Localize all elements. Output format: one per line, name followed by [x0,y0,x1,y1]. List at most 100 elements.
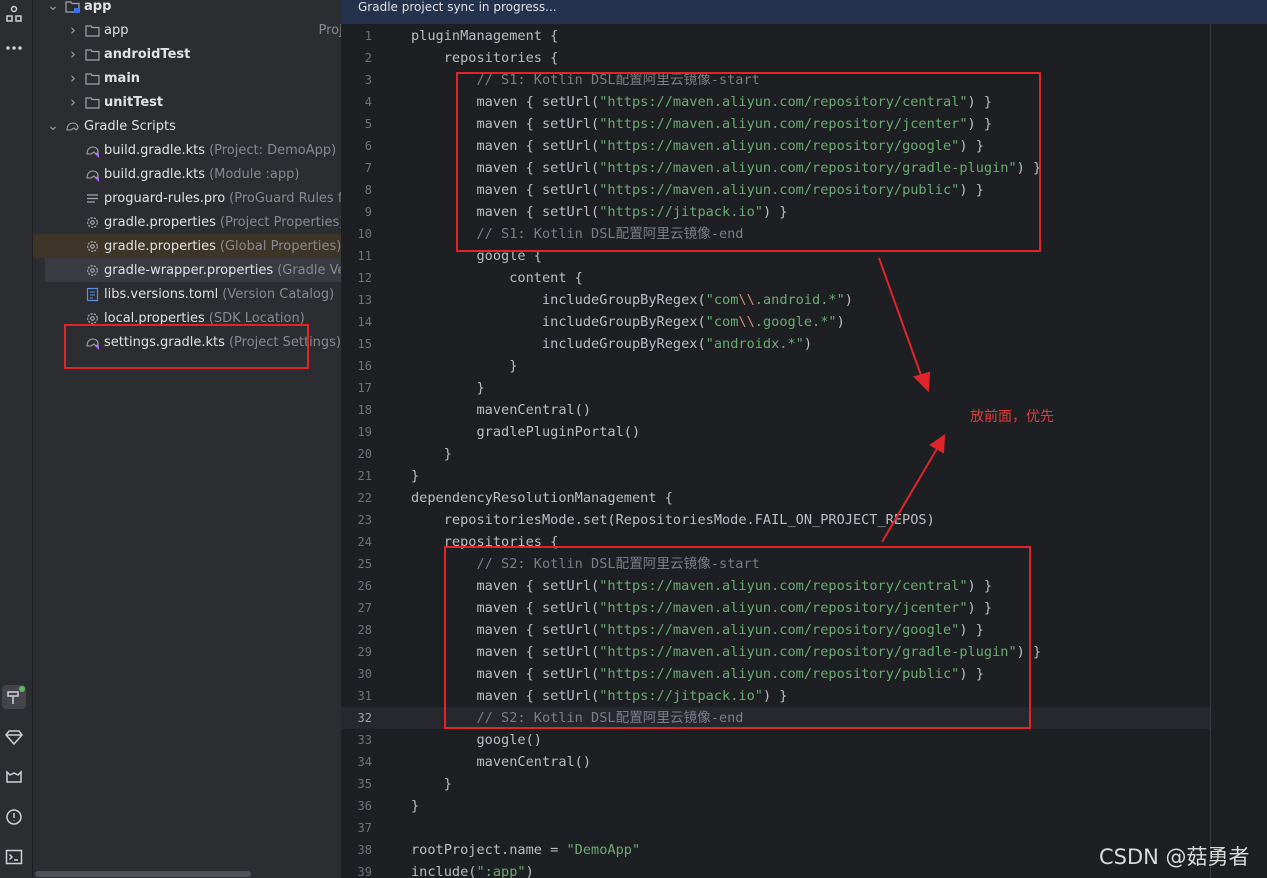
line-number: 32 [357,711,372,725]
code-token: } [411,358,518,374]
line-number: 1 [364,29,372,43]
code-line[interactable]: includeGroupByRegex("com\\.android.*") [411,289,853,311]
code-token: includeGroupByRegex( [411,314,706,330]
code-line[interactable]: mavenCentral() [411,399,591,421]
line-number: 4 [364,95,372,109]
code-line[interactable]: } [411,443,452,465]
annotation-box-settings-file [64,324,309,369]
code-token: repositories { [411,50,559,66]
line-number: 35 [357,777,372,791]
code-line[interactable]: repositories { [411,47,559,69]
code-token: gradlePluginPortal() [411,424,641,440]
code-token: pluginManagement { [411,28,559,44]
code-token: } [411,798,420,814]
code-line[interactable]: includeGroupByRegex("com\\.google.*") [411,311,845,333]
code-token: rootProject.name = [411,842,567,858]
code-line[interactable]: mavenCentral() [411,751,591,773]
chevron-right-icon[interactable]: › [67,45,79,63]
tree-item-hint: (Module :app) [209,166,300,182]
folder-icon [85,71,100,86]
line-number: 38 [357,843,372,857]
tree-item-hint: (Project Properties) [219,214,341,230]
code-token: \\ [738,292,755,308]
toml-file-icon [85,287,100,302]
line-number: 3 [364,73,372,87]
code-line[interactable]: } [411,465,419,487]
line-number: 15 [357,337,372,351]
tree-item-label: gradle.properties [104,238,216,254]
line-number: 23 [357,513,372,527]
tree-item-hint: Proje [318,22,341,38]
tree-item[interactable]: ⌄ app [33,0,341,18]
module-folder-icon [65,0,80,14]
properties-gear-icon [85,215,100,230]
code-line[interactable]: } [411,795,419,817]
tree-item-hint: (Gradle Versi [277,262,341,278]
tree-item[interactable]: build.gradle.kts (Module :app) [33,162,341,186]
tree-item-label: proguard-rules.pro [104,190,226,206]
tree-item-label: app [84,0,112,14]
line-number: 22 [357,491,372,505]
tree-item[interactable]: gradle.properties (Global Properties) [33,234,341,258]
chevron-right-icon[interactable]: › [67,93,79,111]
problems-icon[interactable] [2,805,26,829]
code-line[interactable]: include(":app") [411,861,534,878]
line-number: 16 [357,359,372,373]
code-token: "DemoApp" [566,842,641,858]
code-token: } [411,776,452,792]
code-token: dependencyResolutionManagement { [411,490,673,506]
line-number: 37 [357,821,372,835]
code-token: ) [836,314,845,330]
chevron-right-icon[interactable]: › [67,69,79,87]
tree-item[interactable]: › unitTest [33,90,341,114]
tree-item[interactable]: build.gradle.kts (Project: DemoApp) [33,138,341,162]
tree-item-hint: (Version Catalog) [222,286,335,302]
code-line[interactable]: google() [411,729,542,751]
tree-item[interactable]: libs.versions.toml (Version Catalog) [33,282,341,306]
code-token: .google.*" [754,314,837,330]
code-line[interactable]: includeGroupByRegex("androidx.*") [411,333,812,355]
chevron-down-icon[interactable]: ⌄ [47,118,59,134]
code-line[interactable]: pluginManagement { [411,25,558,47]
tree-item-hint: (Global Properties) [219,238,341,254]
code-line[interactable]: } [411,377,485,399]
horizontal-scrollbar[interactable] [33,870,341,878]
logcat-icon[interactable] [2,765,26,789]
code-line[interactable]: } [411,355,517,377]
line-number: 36 [357,799,372,813]
tree-item[interactable]: › app Proje [33,18,341,42]
code-line[interactable]: } [411,773,452,795]
code-token: include( [411,864,477,878]
tree-item[interactable]: › androidTest [33,42,341,66]
terminal-icon[interactable] [2,845,26,869]
more-tools-icon[interactable] [2,36,26,60]
code-token: \\ [738,314,755,330]
tree-item-label: libs.versions.toml [104,286,219,302]
tree-item[interactable]: gradle-wrapper.properties(Gradle Versi [45,258,341,282]
code-token: ":app" [476,864,526,878]
code-line[interactable]: gradlePluginPortal() [411,421,640,443]
line-number: 12 [357,271,372,285]
code-line[interactable]: content { [411,267,583,289]
code-token: } [411,446,452,462]
code-line[interactable]: dependencyResolutionManagement { [411,487,673,509]
code-token: "com [705,314,739,330]
chevron-right-icon[interactable]: › [67,21,79,39]
chevron-down-icon[interactable]: ⌄ [47,0,59,14]
tree-item[interactable]: › main [33,66,341,90]
tree-item[interactable]: gradle.properties (Project Properties) [33,210,341,234]
tree-item[interactable]: ⌄ Gradle Scripts [33,114,341,138]
line-number: 18 [357,403,372,417]
gem-icon[interactable] [2,725,26,749]
build-hammer-icon[interactable] [2,685,26,709]
line-number: 17 [357,381,372,395]
annotation-note: 放前面，优先 [970,409,1054,425]
build-status-dot [19,686,25,692]
code-line[interactable]: repositoriesMode.set(RepositoriesMode.FA… [411,509,935,531]
line-number: 26 [357,579,372,593]
tree-item[interactable]: proguard-rules.pro(ProGuard Rules for [33,186,341,210]
code-token: google() [411,732,542,748]
code-line[interactable]: rootProject.name = "DemoApp" [411,839,640,861]
code-token: } [411,380,485,396]
structure-icon[interactable] [2,2,26,26]
